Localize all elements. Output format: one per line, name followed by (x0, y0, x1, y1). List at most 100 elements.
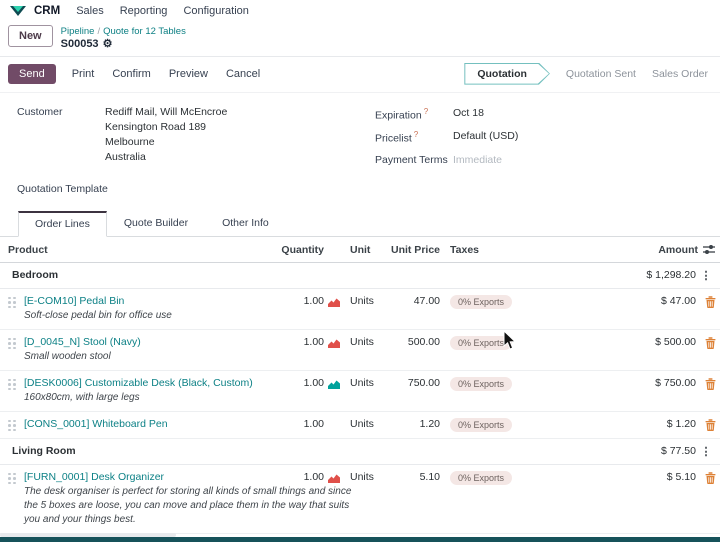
product-name[interactable]: [FURN_0001] Desk Organizer (24, 471, 274, 483)
tax-badge[interactable]: 0% Exports (450, 294, 513, 309)
order-line-row[interactable]: [DESK0006] Customizable Desk (Black, Cus… (0, 371, 720, 412)
odoo-logo-icon[interactable] (10, 5, 26, 17)
unit-value[interactable]: Units (344, 418, 390, 430)
quantity-value[interactable]: 1.00 (274, 295, 324, 307)
unit-value[interactable]: Units (344, 471, 390, 483)
section-amount: $ 77.50 (660, 444, 696, 457)
menu-configuration[interactable]: Configuration (183, 5, 248, 17)
customer-address-line2: Melbourne (105, 136, 155, 149)
quantity-value[interactable]: 1.00 (274, 336, 324, 348)
tab-other-info[interactable]: Other Info (205, 211, 286, 237)
drag-handle-icon[interactable] (8, 377, 24, 390)
forecast-chart-icon[interactable] (328, 338, 340, 348)
pricelist-label: Pricelist? (375, 130, 419, 145)
record-name: S00053 (60, 37, 99, 50)
unit-price-value[interactable]: 1.20 (390, 418, 440, 430)
col-product[interactable]: Product (8, 237, 274, 262)
action-row: Send Print Confirm Preview Cancel Quotat… (0, 55, 720, 93)
breadcrumb-pipeline[interactable]: Pipeline (61, 26, 95, 37)
product-name[interactable]: [D_0045_N] Stool (Navy) (24, 336, 274, 348)
customer-name[interactable]: Rediff Mail, Will McEncroe (105, 105, 227, 120)
breadcrumb-separator: / (97, 26, 101, 37)
cancel-button[interactable]: Cancel (224, 64, 262, 84)
unit-price-value[interactable]: 47.00 (390, 295, 440, 307)
mouse-cursor (503, 331, 517, 350)
quantity-value[interactable]: 1.00 (274, 418, 324, 430)
order-line-row[interactable]: [FURN_0001] Desk Organizer The desk orga… (0, 465, 720, 534)
order-line-row[interactable]: [CONS_0001] Whiteboard Pen 1.00 Units 1.… (0, 412, 720, 439)
new-button[interactable]: New (8, 25, 53, 47)
trash-icon[interactable] (705, 377, 716, 390)
col-taxes[interactable]: Taxes (440, 237, 558, 262)
drag-handle-icon[interactable] (8, 336, 24, 349)
trash-icon[interactable] (705, 418, 716, 431)
kebab-menu-icon[interactable]: ⋮ (696, 263, 716, 288)
tax-badge[interactable]: 0% Exports (450, 376, 513, 391)
trash-icon[interactable] (705, 295, 716, 308)
order-line-row[interactable]: [D_0045_N] Stool (Navy) Small wooden sto… (0, 330, 720, 371)
quantity-value[interactable]: 1.00 (274, 377, 324, 389)
drag-handle-icon[interactable] (8, 295, 24, 308)
col-quantity[interactable]: Quantity (274, 237, 324, 262)
column-options-icon[interactable] (703, 244, 715, 255)
forecast-chart-icon[interactable] (328, 473, 340, 483)
stage-sales-order[interactable]: Sales Order (652, 68, 708, 80)
section-name: Bedroom (12, 268, 59, 281)
pricelist-field[interactable]: Default (USD) (453, 129, 518, 145)
status-bar: Quotation Quotation Sent Sales Order (464, 63, 708, 85)
tax-badge[interactable]: 0% Exports (450, 470, 513, 485)
expiration-field[interactable]: Oct 18 (453, 106, 484, 122)
help-marker-icon: ? (413, 130, 419, 140)
menu-sales[interactable]: Sales (76, 5, 104, 17)
app-menu-crm[interactable]: CRM (34, 5, 60, 17)
product-description: 160x80cm, with large legs (24, 391, 140, 403)
quotation-form: Customer Rediff Mail, Will McEncroe Kens… (0, 93, 720, 203)
preview-button[interactable]: Preview (167, 64, 210, 84)
product-name[interactable]: [DESK0006] Customizable Desk (Black, Cus… (24, 377, 274, 389)
amount-value: $ 750.00 (655, 376, 696, 389)
quantity-value[interactable]: 1.00 (274, 471, 324, 483)
expiration-label: Expiration? (375, 106, 429, 122)
unit-value[interactable]: Units (344, 336, 390, 348)
breadcrumb-quote[interactable]: Quote for 12 Tables (103, 26, 186, 37)
unit-price-value[interactable]: 750.00 (390, 377, 440, 389)
payment-terms-label: Payment Terms (375, 153, 448, 166)
amount-value: $ 500.00 (655, 335, 696, 348)
stage-quotation[interactable]: Quotation (464, 63, 550, 85)
order-line-row[interactable]: [E-COM10] Pedal Bin Soft-close pedal bin… (0, 289, 720, 330)
product-name[interactable]: [E-COM10] Pedal Bin (24, 295, 274, 307)
print-button[interactable]: Print (70, 64, 97, 84)
unit-value[interactable]: Units (344, 377, 390, 389)
product-description: Small wooden stool (24, 350, 111, 362)
unit-value[interactable]: Units (344, 295, 390, 307)
drag-handle-icon[interactable] (8, 418, 24, 431)
unit-price-value[interactable]: 500.00 (390, 336, 440, 348)
tab-quote-builder[interactable]: Quote Builder (107, 211, 205, 237)
gear-icon[interactable]: ⚙ (103, 39, 113, 50)
unit-price-value[interactable]: 5.10 (390, 471, 440, 483)
forecast-chart-icon[interactable] (328, 379, 340, 389)
col-amount[interactable]: Amount (658, 244, 698, 256)
col-unit-price[interactable]: Unit Price (390, 237, 440, 262)
kebab-menu-icon[interactable]: ⋮ (696, 439, 716, 464)
customer-address-line3: Australia (105, 151, 146, 164)
trash-icon[interactable] (705, 471, 716, 484)
menu-reporting[interactable]: Reporting (120, 5, 168, 17)
forecast-chart-icon[interactable] (328, 297, 340, 307)
section-amount: $ 1,298.20 (646, 268, 696, 281)
breadcrumb: Pipeline / Quote for 12 Tables S00053 ⚙ (61, 25, 186, 52)
amount-value: $ 1.20 (666, 417, 696, 430)
section-row[interactable]: Bedroom $ 1,298.20 ⋮ (0, 263, 720, 289)
notebook-tabs: Order Lines Quote Builder Other Info (0, 210, 720, 237)
col-unit[interactable]: Unit (344, 237, 390, 262)
confirm-button[interactable]: Confirm (110, 64, 153, 84)
tax-badge[interactable]: 0% Exports (450, 417, 513, 432)
payment-terms-field[interactable]: Immediate (453, 153, 502, 168)
send-button[interactable]: Send (8, 63, 56, 84)
section-row[interactable]: Living Room $ 77.50 ⋮ (0, 439, 720, 465)
product-name[interactable]: [CONS_0001] Whiteboard Pen (24, 418, 274, 430)
stage-quotation-sent[interactable]: Quotation Sent (566, 68, 636, 80)
drag-handle-icon[interactable] (8, 471, 24, 484)
tab-order-lines[interactable]: Order Lines (18, 210, 107, 237)
trash-icon[interactable] (705, 336, 716, 349)
